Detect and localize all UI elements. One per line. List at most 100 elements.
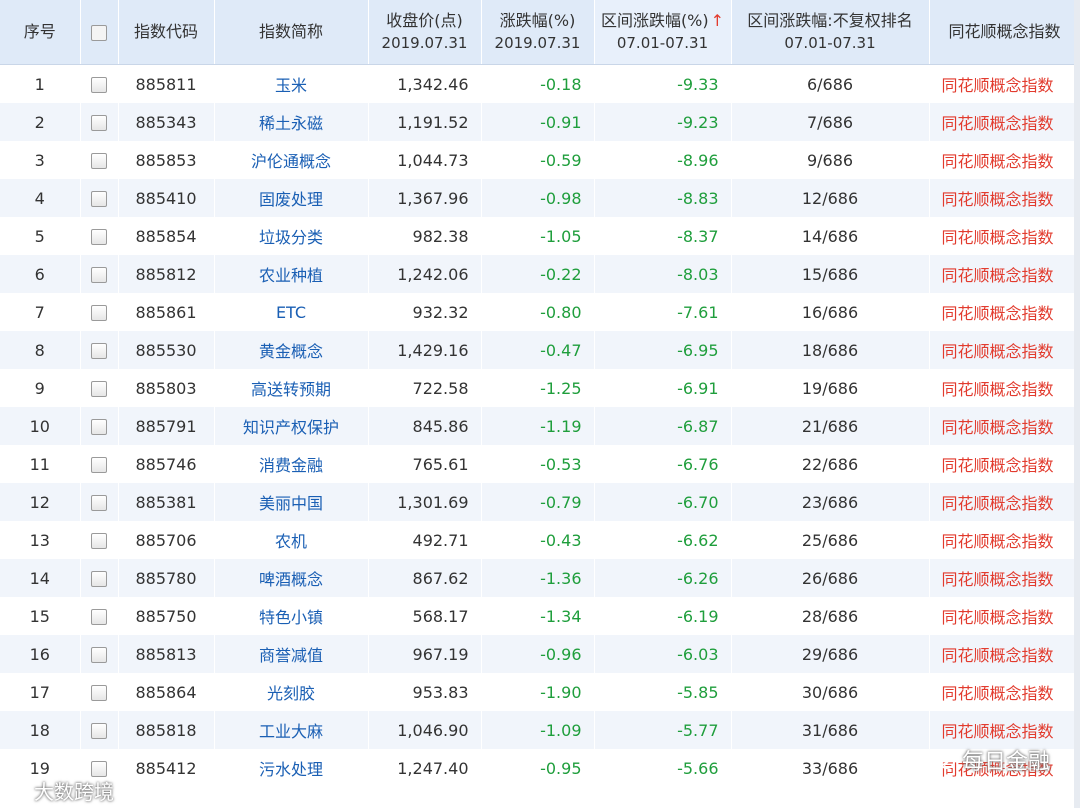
header-range-change[interactable]: 区间涨跌幅(%) ↑ 07.01-07.31: [594, 0, 732, 65]
row-checkbox[interactable]: [91, 647, 107, 663]
category-link[interactable]: 同花顺概念指数: [929, 597, 1080, 635]
row-checkbox[interactable]: [91, 153, 107, 169]
table-row[interactable]: 6 885812 农业种植 1,242.06 -0.22 -8.03 15/686 同花顺概念…: [0, 255, 1080, 293]
select-all-checkbox[interactable]: [91, 24, 107, 41]
category-link[interactable]: 同花顺概念指数: [929, 445, 1080, 483]
table-row[interactable]: 18 885818 工业大麻 1,046.90 -1.09 -5.77 31/686 同花顺概…: [0, 711, 1080, 749]
table-row[interactable]: 3 885853 沪伦通概念 1,044.73 -0.59 -8.96 9/686 同花顺概念…: [0, 141, 1080, 179]
row-checkbox-cell[interactable]: [80, 445, 119, 483]
row-checkbox-cell[interactable]: [80, 293, 119, 331]
category-link[interactable]: 同花顺概念指数: [929, 103, 1080, 141]
table-row[interactable]: 9 885803 高送转预期 722.58 -1.25 -6.91 19/686 同花顺概念指…: [0, 369, 1080, 407]
row-checkbox[interactable]: [91, 305, 107, 321]
category-link[interactable]: 同花顺概念指数: [929, 483, 1080, 521]
row-checkbox[interactable]: [91, 495, 107, 511]
index-name-link[interactable]: 固废处理: [214, 179, 369, 217]
row-checkbox-cell[interactable]: [80, 483, 119, 521]
category-link[interactable]: 同花顺概念指数: [929, 293, 1080, 331]
category-link[interactable]: 同花顺概念指数: [929, 331, 1080, 369]
row-checkbox[interactable]: [91, 381, 107, 397]
row-checkbox[interactable]: [91, 723, 107, 739]
category-link[interactable]: 同花顺概念指数: [929, 141, 1080, 179]
index-name-link[interactable]: 垃圾分类: [214, 217, 369, 255]
row-checkbox[interactable]: [91, 457, 107, 473]
index-name-link[interactable]: 商誉减值: [214, 635, 369, 673]
row-checkbox[interactable]: [91, 343, 107, 359]
table-row[interactable]: 16 885813 商誉减值 967.19 -0.96 -6.03 29/686 同花顺概念指…: [0, 635, 1080, 673]
index-name-link[interactable]: 知识产权保护: [214, 407, 369, 445]
category-link[interactable]: 同花顺概念指数: [929, 521, 1080, 559]
table-row[interactable]: 7 885861 ETC 932.32 -0.80 -7.61 16/686 同花顺概念指数: [0, 293, 1080, 331]
table-row[interactable]: 15 885750 特色小镇 568.17 -1.34 -6.19 28/686 同花顺概念指…: [0, 597, 1080, 635]
row-checkbox[interactable]: [91, 77, 107, 93]
header-name[interactable]: 指数简称: [214, 0, 369, 65]
table-row[interactable]: 14 885780 啤酒概念 867.62 -1.36 -6.26 26/686 同花顺概念指…: [0, 559, 1080, 597]
row-checkbox[interactable]: [91, 191, 107, 207]
category-link[interactable]: 同花顺概念指数: [929, 559, 1080, 597]
row-checkbox[interactable]: [91, 267, 107, 283]
table-row[interactable]: 10 885791 知识产权保护 845.86 -1.19 -6.87 21/686 同花顺概…: [0, 407, 1080, 445]
row-checkbox-cell[interactable]: [80, 141, 119, 179]
row-checkbox-cell[interactable]: [80, 369, 119, 407]
index-name-link[interactable]: 消费金融: [214, 445, 369, 483]
header-select-all[interactable]: [80, 0, 119, 65]
index-name-link[interactable]: ETC: [214, 293, 369, 331]
header-change[interactable]: 涨跌幅(%) 2019.07.31: [481, 0, 595, 65]
row-checkbox-cell[interactable]: [80, 407, 119, 445]
table-row[interactable]: 5 885854 垃圾分类 982.38 -1.05 -8.37 14/686 同花顺概念指数: [0, 217, 1080, 255]
header-category[interactable]: 同花顺概念指数: [929, 0, 1080, 65]
row-checkbox-cell[interactable]: [80, 559, 119, 597]
index-name-link[interactable]: 啤酒概念: [214, 559, 369, 597]
table-row[interactable]: 12 885381 美丽中国 1,301.69 -0.79 -6.70 23/686 同花顺概…: [0, 483, 1080, 521]
category-link[interactable]: 同花顺概念指数: [929, 635, 1080, 673]
index-name-link[interactable]: 稀土永磁: [214, 103, 369, 141]
index-name-link[interactable]: 特色小镇: [214, 597, 369, 635]
index-name-link[interactable]: 工业大麻: [214, 711, 369, 749]
row-checkbox-cell[interactable]: [80, 521, 119, 559]
table-row[interactable]: 17 885864 光刻胶 953.83 -1.90 -5.85 30/686 同花顺概念指数: [0, 673, 1080, 711]
row-checkbox[interactable]: [91, 571, 107, 587]
sort-arrow-icon[interactable]: ↑: [711, 11, 724, 30]
row-checkbox-cell[interactable]: [80, 711, 119, 749]
index-name-link[interactable]: 玉米: [214, 64, 369, 103]
category-link[interactable]: 同花顺概念指数: [929, 673, 1080, 711]
category-link[interactable]: 同花顺概念指数: [929, 179, 1080, 217]
table-row[interactable]: 11 885746 消费金融 765.61 -0.53 -6.76 22/686 同花顺概念指…: [0, 445, 1080, 483]
category-link[interactable]: 同花顺概念指数: [929, 64, 1080, 103]
header-index[interactable]: 序号: [0, 0, 81, 65]
index-name-link[interactable]: 光刻胶: [214, 673, 369, 711]
header-close[interactable]: 收盘价(点) 2019.07.31: [368, 0, 482, 65]
index-name-link[interactable]: 污水处理: [214, 749, 369, 787]
row-checkbox-cell[interactable]: [80, 103, 119, 141]
index-name-link[interactable]: 沪伦通概念: [214, 141, 369, 179]
row-checkbox[interactable]: [91, 761, 107, 777]
row-checkbox-cell[interactable]: [80, 673, 119, 711]
header-code[interactable]: 指数代码: [118, 0, 215, 65]
category-link[interactable]: 同花顺概念指数: [929, 217, 1080, 255]
category-link[interactable]: 同花顺概念指数: [929, 255, 1080, 293]
row-checkbox-cell[interactable]: [80, 217, 119, 255]
index-name-link[interactable]: 黄金概念: [214, 331, 369, 369]
row-checkbox-cell[interactable]: [80, 597, 119, 635]
index-name-link[interactable]: 农业种植: [214, 255, 369, 293]
header-rank[interactable]: 区间涨跌幅:不复权排名 07.01-07.31: [731, 0, 930, 65]
category-link[interactable]: 同花顺概念指数: [929, 407, 1080, 445]
row-checkbox-cell[interactable]: [80, 179, 119, 217]
row-checkbox[interactable]: [91, 115, 107, 131]
row-checkbox[interactable]: [91, 533, 107, 549]
row-checkbox[interactable]: [91, 685, 107, 701]
index-name-link[interactable]: 农机: [214, 521, 369, 559]
table-row[interactable]: 1 885811 玉米 1,342.46 -0.18 -9.33 6/686 同花顺概念指数: [0, 64, 1080, 103]
row-checkbox-cell[interactable]: [80, 64, 119, 103]
table-row[interactable]: 8 885530 黄金概念 1,429.16 -0.47 -6.95 18/686 同花顺概念…: [0, 331, 1080, 369]
table-row[interactable]: 4 885410 固废处理 1,367.96 -0.98 -8.83 12/686 同花顺概念…: [0, 179, 1080, 217]
row-checkbox-cell[interactable]: [80, 255, 119, 293]
scrollbar-track[interactable]: [1074, 0, 1080, 808]
category-link[interactable]: 同花顺概念指数: [929, 369, 1080, 407]
index-name-link[interactable]: 美丽中国: [214, 483, 369, 521]
row-checkbox[interactable]: [91, 229, 107, 245]
row-checkbox[interactable]: [91, 419, 107, 435]
index-name-link[interactable]: 高送转预期: [214, 369, 369, 407]
row-checkbox[interactable]: [91, 609, 107, 625]
row-checkbox-cell[interactable]: [80, 331, 119, 369]
